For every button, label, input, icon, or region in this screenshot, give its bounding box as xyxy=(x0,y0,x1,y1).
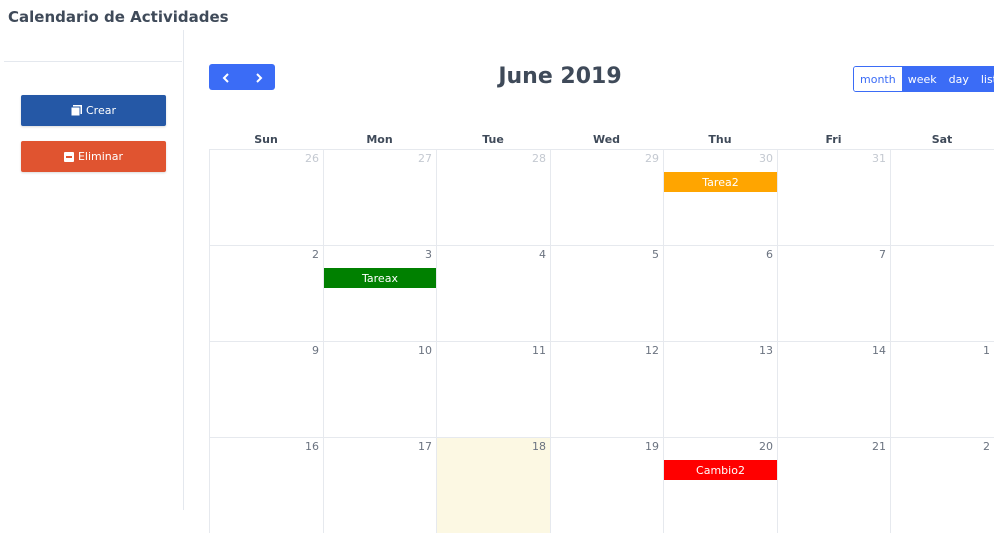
day-number: 19 xyxy=(645,440,659,453)
week-row: 2 3 Tareax 4 5 6 7 xyxy=(209,245,994,341)
app-title: Calendario de Actividades xyxy=(8,8,229,26)
day-number: 28 xyxy=(532,152,546,165)
day-number: 2 xyxy=(312,248,319,261)
day-number: 31 xyxy=(872,152,886,165)
day-cell[interactable]: 5 xyxy=(550,246,663,341)
dow-fri: Fri xyxy=(825,133,842,146)
day-cell[interactable]: 31 xyxy=(777,150,890,245)
day-cell[interactable]: 3 Tareax xyxy=(323,246,436,341)
create-button[interactable]: Crear xyxy=(21,95,166,126)
day-cell[interactable]: 17 xyxy=(323,438,436,533)
day-cell[interactable]: 28 xyxy=(436,150,550,245)
week-row: 16 17 18 19 20 Cambio2 21 2 xyxy=(209,437,994,533)
view-list-button[interactable]: list xyxy=(974,67,994,91)
day-number: 16 xyxy=(305,440,319,453)
day-number: 5 xyxy=(652,248,659,261)
day-cell[interactable]: 11 xyxy=(436,342,550,437)
day-cell[interactable]: 13 xyxy=(663,342,777,437)
day-cell[interactable]: 4 xyxy=(436,246,550,341)
day-number: 18 xyxy=(532,440,546,453)
add-calendar-icon xyxy=(71,105,82,116)
day-cell[interactable] xyxy=(890,150,994,245)
dow-thu: Thu xyxy=(708,133,732,146)
day-number: 20 xyxy=(759,440,773,453)
day-number: 12 xyxy=(645,344,659,357)
day-cell[interactable] xyxy=(890,246,994,341)
week-row: 26 27 28 29 30 Tarea2 31 xyxy=(209,149,994,245)
calendar-nav-group xyxy=(209,64,275,90)
chevron-right-icon xyxy=(255,68,263,87)
day-number: 11 xyxy=(532,344,546,357)
delete-button-label: Eliminar xyxy=(77,150,124,163)
day-cell[interactable]: 2 xyxy=(209,246,323,341)
week-row: 9 10 11 12 13 14 1 xyxy=(209,341,994,437)
event-tarea2[interactable]: Tarea2 xyxy=(664,172,777,192)
calendar-title: June 2019 xyxy=(498,64,622,89)
dow-tue: Tue xyxy=(482,133,504,146)
month-grid: Sun Mon Tue Wed Thu Fri Sat 26 27 28 29 … xyxy=(209,133,994,533)
day-cell[interactable]: 14 xyxy=(777,342,890,437)
day-cell[interactable]: 30 Tarea2 xyxy=(663,150,777,245)
day-number: 10 xyxy=(418,344,432,357)
day-number: 27 xyxy=(418,152,432,165)
view-day-button[interactable]: day xyxy=(942,67,975,91)
day-cell[interactable]: 12 xyxy=(550,342,663,437)
prev-month-button[interactable] xyxy=(209,64,242,90)
create-button-label: Crear xyxy=(86,104,116,117)
day-cell[interactable]: 1 xyxy=(890,342,994,437)
day-cell[interactable]: 10 xyxy=(323,342,436,437)
day-cell[interactable]: 9 xyxy=(209,342,323,437)
sidebar-divider-line xyxy=(4,61,182,62)
day-number: 6 xyxy=(766,248,773,261)
day-number: 29 xyxy=(645,152,659,165)
day-number: 26 xyxy=(305,152,319,165)
day-cell[interactable]: 19 xyxy=(550,438,663,533)
event-tareax[interactable]: Tareax xyxy=(324,268,436,288)
day-cell[interactable]: 16 xyxy=(209,438,323,533)
day-cell[interactable]: 29 xyxy=(550,150,663,245)
day-number: 7 xyxy=(879,248,886,261)
view-switcher: month week day list xyxy=(853,66,994,92)
day-number: 21 xyxy=(872,440,886,453)
day-cell[interactable]: 21 xyxy=(777,438,890,533)
day-cell[interactable]: 2 xyxy=(890,438,994,533)
view-week-button[interactable]: week xyxy=(901,67,943,91)
dow-sun: Sun xyxy=(254,133,278,146)
day-cell[interactable]: 27 xyxy=(323,150,436,245)
day-number: 3 xyxy=(425,248,432,261)
day-number: 1 xyxy=(983,344,990,357)
day-cell[interactable]: 7 xyxy=(777,246,890,341)
delete-button[interactable]: Eliminar xyxy=(21,141,166,172)
day-number: 14 xyxy=(872,344,886,357)
dow-sat: Sat xyxy=(931,133,953,146)
day-number: 9 xyxy=(312,344,319,357)
day-cell[interactable]: 26 xyxy=(209,150,323,245)
day-number: 2 xyxy=(983,440,990,453)
event-cambio2[interactable]: Cambio2 xyxy=(664,460,777,480)
day-number: 13 xyxy=(759,344,773,357)
day-cell[interactable]: 6 xyxy=(663,246,777,341)
view-month-button[interactable]: month xyxy=(854,67,902,91)
day-number: 4 xyxy=(539,248,546,261)
chevron-left-icon xyxy=(222,68,230,87)
day-number: 30 xyxy=(759,152,773,165)
dow-mon: Mon xyxy=(366,133,393,146)
dow-wed: Wed xyxy=(592,133,621,146)
next-month-button[interactable] xyxy=(242,64,275,90)
day-of-week-header: Sun Mon Tue Wed Thu Fri Sat xyxy=(209,133,994,149)
sidebar-vertical-divider xyxy=(183,30,184,510)
day-number: 17 xyxy=(418,440,432,453)
day-cell-today[interactable]: 18 xyxy=(436,438,550,533)
minus-square-icon xyxy=(63,151,74,162)
day-cell[interactable]: 20 Cambio2 xyxy=(663,438,777,533)
